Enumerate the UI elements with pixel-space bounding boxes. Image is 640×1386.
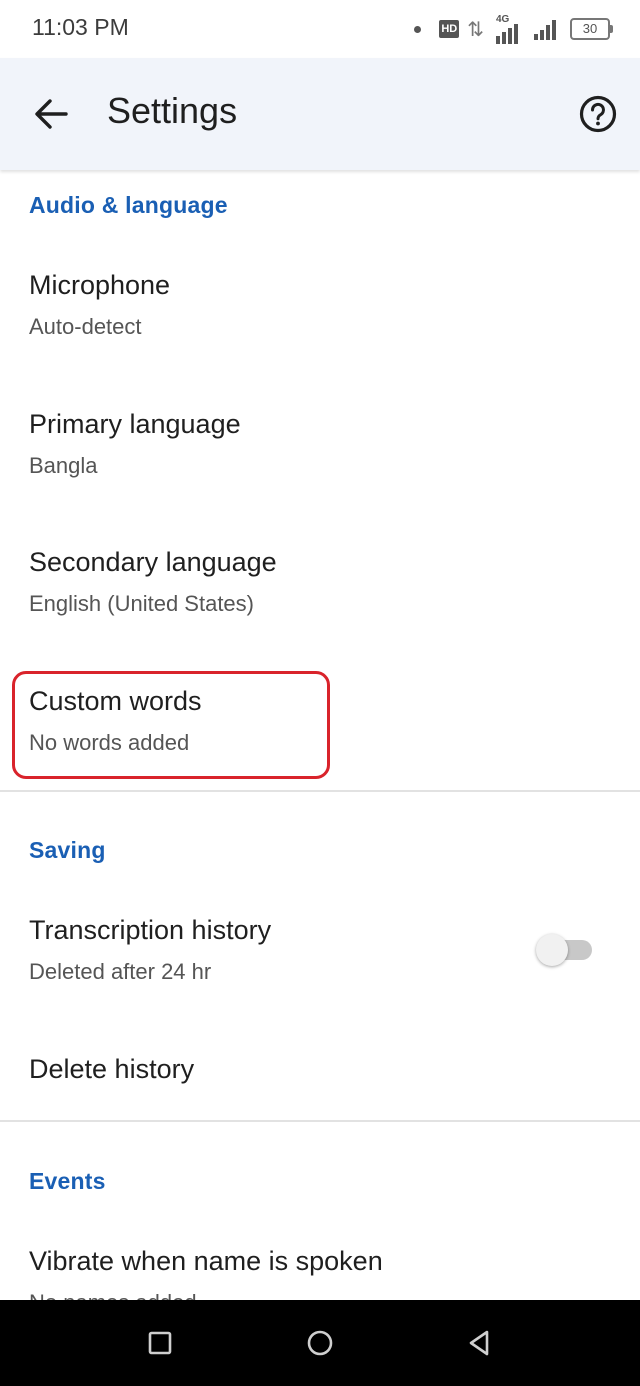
setting-title: Microphone (29, 270, 171, 300)
toggle-thumb (536, 934, 568, 966)
setting-secondary-language[interactable]: Secondary language English (United State… (0, 527, 640, 647)
status-icons: HD ⇅ 4G 30 (414, 14, 613, 44)
battery-icon: 30 (570, 18, 613, 40)
signal-bars-1 (496, 22, 518, 44)
section-header-audio-language: Audio & language (29, 192, 228, 218)
signal-4g-icon: 4G (496, 14, 526, 44)
section-divider (0, 1120, 640, 1122)
section-divider (0, 790, 640, 792)
setting-subtitle: Auto-detect (29, 314, 142, 339)
setting-title: Vibrate when name is spoken (29, 1246, 383, 1276)
setting-delete-history[interactable]: Delete history (0, 1034, 640, 1120)
setting-subtitle: No words added (29, 730, 190, 755)
setting-microphone[interactable]: Microphone Auto-detect (0, 250, 640, 370)
section-header-saving: Saving (29, 837, 106, 863)
setting-vibrate-when-name-spoken[interactable]: Vibrate when name is spoken No names add… (0, 1226, 640, 1300)
setting-subtitle: Deleted after 24 hr (29, 959, 212, 984)
app-bar: Settings (0, 58, 640, 170)
setting-subtitle: Bangla (29, 453, 98, 478)
notification-dot-icon (414, 25, 422, 33)
arrow-left-icon[interactable] (30, 92, 70, 136)
setting-title: Transcription history (29, 915, 272, 945)
transcription-history-toggle[interactable] (536, 934, 592, 966)
setting-subtitle: English (United States) (29, 591, 254, 616)
page-title: Settings (107, 90, 238, 131)
setting-title: Delete history (29, 1054, 195, 1084)
status-bar: 11:03 PM HD ⇅ 4G 30 (0, 0, 640, 58)
system-navigation-bar (0, 1300, 640, 1386)
setting-custom-words[interactable]: Custom words No words added (0, 666, 640, 786)
hd-icon: HD (439, 20, 460, 38)
triangle-back-icon[interactable] (463, 1326, 497, 1360)
square-icon[interactable] (143, 1326, 177, 1360)
section-header-events: Events (29, 1168, 106, 1194)
setting-primary-language[interactable]: Primary language Bangla (0, 389, 640, 509)
signal-bars-icon (534, 18, 556, 40)
status-time: 11:03 PM (32, 14, 129, 40)
help-circle-icon[interactable] (578, 94, 618, 134)
circle-icon[interactable] (303, 1326, 337, 1360)
screen: 11:03 PM HD ⇅ 4G 30 Settings Audio & lan… (0, 0, 640, 1386)
setting-title: Secondary language (29, 547, 277, 577)
data-transfer-icon: ⇅ (467, 18, 484, 41)
setting-title: Custom words (29, 686, 202, 716)
setting-title: Primary language (29, 409, 241, 439)
setting-subtitle: No names added (29, 1290, 197, 1300)
